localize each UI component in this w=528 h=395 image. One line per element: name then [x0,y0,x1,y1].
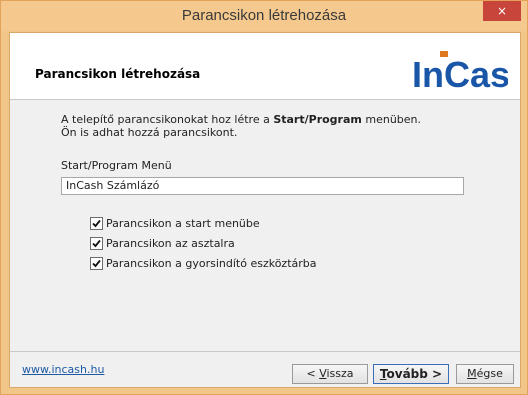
dialog-client-area: Parancsikon létrehozása InCash A telepít… [9,32,521,388]
checkbox-label: Parancsikon a gyorsindító eszköztárba [106,257,317,270]
logo-text: InCash [412,54,508,95]
description-line2: Ön is adhat hozzá parancsikont. [61,126,238,139]
description-line1-prefix: A telepítő parancsikonokat hoz létre a [61,113,274,126]
check-icon [92,219,101,228]
cancel-button-label-post: égse [476,367,503,380]
window-title: Parancsikon létrehozása [181,7,347,24]
check-icon [92,259,101,268]
title-bar[interactable]: Parancsikon létrehozása × [1,1,527,31]
checkbox-box[interactable] [90,257,103,270]
check-icon [92,239,101,248]
back-button-label-pre: < [306,367,320,380]
checkbox-label: Parancsikon a start menübe [106,217,260,230]
back-button[interactable]: < Vissza [292,364,368,384]
description-text: A telepítő parancsikonokat hoz létre a S… [61,113,421,139]
close-icon: × [496,4,508,18]
incash-logo: InCash [412,51,508,95]
wizard-header: Parancsikon létrehozása InCash [10,33,520,100]
page-title: Parancsikon létrehozása [35,67,201,81]
back-button-label-post: issza [326,367,354,380]
next-button-accelerator: T [379,367,387,381]
description-line1-suffix: menüben. [361,113,422,126]
cancel-button-accelerator: M [467,367,477,380]
description-line1-bold: Start/Program [273,113,362,126]
close-button[interactable]: × [483,1,521,21]
logo-accent-mark [440,51,448,57]
checkbox-box[interactable] [90,237,103,250]
start-menu-label: Start/Program Menü [61,159,172,172]
start-menu-field[interactable]: InCash Számlázó [61,177,464,195]
cancel-button[interactable]: Mégse [456,364,514,384]
dialog-window: Parancsikon létrehozása × Parancsikon lé… [0,0,528,395]
checkbox-box[interactable] [90,217,103,230]
checkbox-label: Parancsikon az asztalra [106,237,235,250]
footer-divider [10,351,520,352]
next-button-label-post: ovább > [386,367,443,381]
website-link[interactable]: www.incash.hu [22,363,104,376]
next-button[interactable]: Tovább > [373,364,449,384]
